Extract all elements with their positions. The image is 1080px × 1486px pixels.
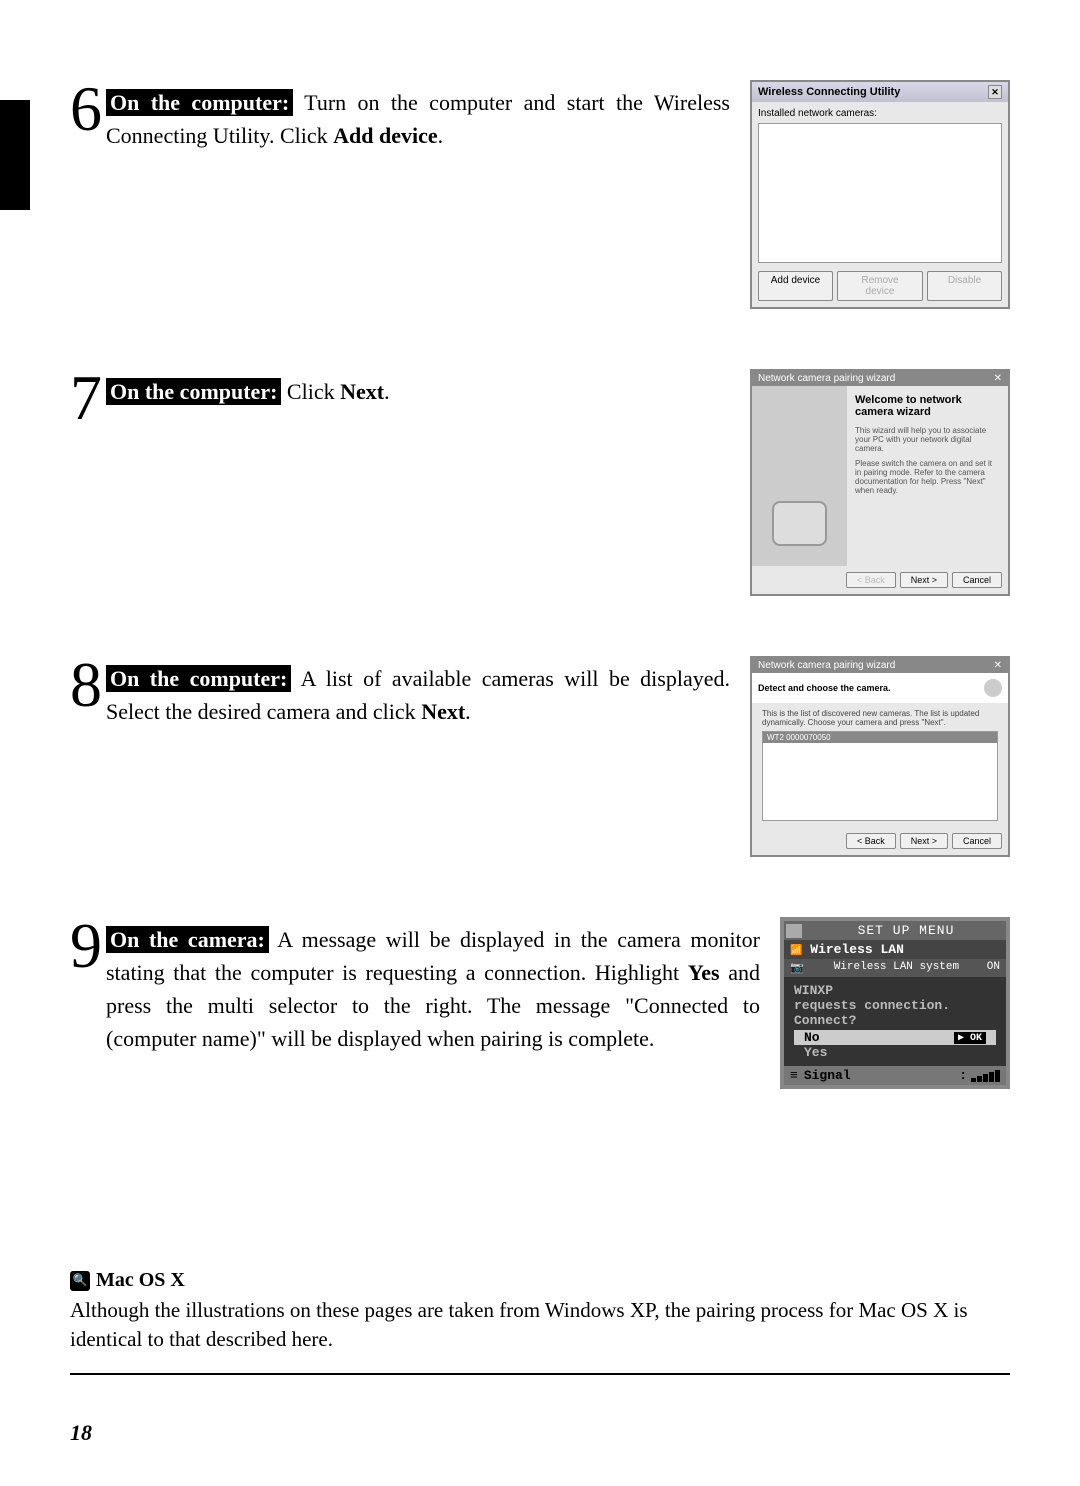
list-icon: ≡ — [790, 1068, 798, 1083]
step-7-bold: Next — [340, 379, 384, 404]
step-7-text-after: . — [384, 379, 390, 404]
step-9-label: On the camera: — [106, 926, 269, 953]
pairing-wizard-dialog: Network camera pairing wizard ✕ Welcome … — [750, 369, 1010, 596]
wizard-desc1: This wizard will help you to associate y… — [855, 426, 1000, 453]
note-text: Although the illustrations on these page… — [70, 1296, 1010, 1355]
camera-setup-header: SET UP MENU — [784, 921, 1006, 940]
step-7: 7 On the computer: Click Next. Network c… — [70, 369, 1010, 596]
camera-list[interactable] — [758, 123, 1002, 263]
camera-icon: 📷 — [790, 961, 806, 975]
add-device-button[interactable]: Add device — [758, 271, 833, 301]
wizard-welcome: Welcome to network camera wizard — [855, 394, 1000, 418]
step-8-label: On the computer: — [106, 665, 291, 692]
step-6-screenshot: Wireless Connecting Utility ✕ Installed … — [750, 80, 1010, 309]
step-number: 7 — [70, 369, 102, 427]
setup-menu-label: SET UP MENU — [808, 923, 1004, 938]
option-no[interactable]: No ▶ OK — [794, 1030, 996, 1045]
back-button[interactable]: < Back — [846, 572, 896, 588]
play-icon — [786, 924, 802, 938]
detect-desc: This is the list of discovered new camer… — [762, 709, 998, 727]
signal-bars-icon — [971, 1070, 1000, 1082]
step-9: 9 On the camera: A message will be displ… — [70, 917, 1010, 1089]
request-text: requests connection. — [794, 998, 996, 1013]
disable-button[interactable]: Disable — [927, 271, 1002, 301]
connect-prompt: Connect? — [794, 1013, 996, 1028]
step-number: 8 — [70, 656, 102, 714]
detect-titlebar: Network camera pairing wizard ✕ — [752, 658, 1008, 673]
globe-icon — [984, 679, 1002, 697]
step-7-text-before: Click — [281, 379, 340, 404]
step-8-bold: Next — [421, 699, 465, 724]
signal-row: ≡ Signal : — [784, 1066, 1006, 1085]
step-number: 9 — [70, 917, 102, 975]
wireless-utility-dialog: Wireless Connecting Utility ✕ Installed … — [750, 80, 1010, 309]
step-9-text: On the camera: A message will be display… — [106, 917, 760, 1089]
detect-camera-dialog: Network camera pairing wizard ✕ Detect a… — [750, 656, 1010, 857]
camera-icon — [772, 501, 827, 546]
next-button[interactable]: Next > — [900, 833, 948, 849]
host-name: WINXP — [794, 983, 996, 998]
detect-title: Network camera pairing wizard — [758, 660, 895, 671]
detect-subheader: Detect and choose the camera. — [752, 673, 1008, 703]
page-number: 18 — [70, 1420, 92, 1446]
step-number: 6 — [70, 80, 102, 138]
system-label: Wireless LAN system — [834, 961, 959, 975]
step-7-screenshot: Network camera pairing wizard ✕ Welcome … — [750, 369, 1010, 596]
wireless-lan-system-row: 📷 Wireless LAN system ON — [784, 959, 1006, 977]
step-8-screenshot: Network camera pairing wizard ✕ Detect a… — [750, 656, 1010, 857]
remove-device-button[interactable]: Remove device — [837, 271, 923, 301]
back-button[interactable]: < Back — [846, 833, 896, 849]
dialog-title: Wireless Connecting Utility — [758, 86, 900, 98]
installed-cameras-label: Installed network cameras: — [758, 108, 1002, 119]
note-icon: 🔍 — [70, 1271, 90, 1291]
close-icon[interactable]: ✕ — [988, 85, 1002, 99]
wizard-sidebar-image — [752, 386, 847, 566]
step-9-screenshot: SET UP MENU 📶 Wireless LAN 📷 Wireless LA… — [780, 917, 1010, 1089]
wizard-titlebar: Network camera pairing wizard ✕ — [752, 371, 1008, 386]
list-item[interactable]: WT2 0000070050 — [763, 732, 997, 743]
step-7-label: On the computer: — [106, 378, 281, 405]
note-title: Mac OS X — [96, 1269, 185, 1292]
step-8: 8 On the computer: A list of available c… — [70, 656, 1010, 857]
step-6-text: On the computer: Turn on the computer an… — [106, 80, 730, 309]
signal-label: Signal — [804, 1068, 851, 1083]
next-button[interactable]: Next > — [900, 572, 948, 588]
close-icon[interactable]: ✕ — [994, 373, 1002, 384]
note-divider — [70, 1373, 1010, 1375]
step-6-label: On the computer: — [106, 89, 293, 116]
camera-menu-screen: SET UP MENU 📶 Wireless LAN 📷 Wireless LA… — [780, 917, 1010, 1089]
note-section: 🔍 Mac OS X Although the illustrations on… — [70, 1269, 1010, 1375]
wireless-lan-title: 📶 Wireless LAN — [784, 940, 1006, 959]
signal-colon: : — [959, 1068, 967, 1083]
dialog-titlebar: Wireless Connecting Utility ✕ — [752, 82, 1008, 102]
cancel-button[interactable]: Cancel — [952, 833, 1002, 849]
wizard-desc2: Please switch the camera on and set it i… — [855, 459, 1000, 495]
detect-subhead-text: Detect and choose the camera. — [758, 683, 891, 693]
cancel-button[interactable]: Cancel — [952, 572, 1002, 588]
side-tab — [0, 100, 30, 210]
close-icon[interactable]: ✕ — [994, 660, 1002, 671]
step-6: 6 On the computer: Turn on the computer … — [70, 80, 1010, 309]
wizard-title: Network camera pairing wizard — [758, 373, 895, 384]
step-9-bold: Yes — [688, 960, 720, 985]
camera-detect-list[interactable]: WT2 0000070050 — [762, 731, 998, 821]
option-yes[interactable]: Yes — [794, 1045, 996, 1060]
step-6-bold: Add device — [333, 123, 438, 148]
ok-badge: ▶ OK — [954, 1032, 986, 1044]
system-value: ON — [987, 961, 1000, 975]
step-6-text-after: . — [438, 123, 444, 148]
step-7-text: On the computer: Click Next. — [106, 369, 730, 596]
step-8-text: On the computer: A list of available cam… — [106, 656, 730, 857]
step-8-text-after: . — [465, 699, 471, 724]
